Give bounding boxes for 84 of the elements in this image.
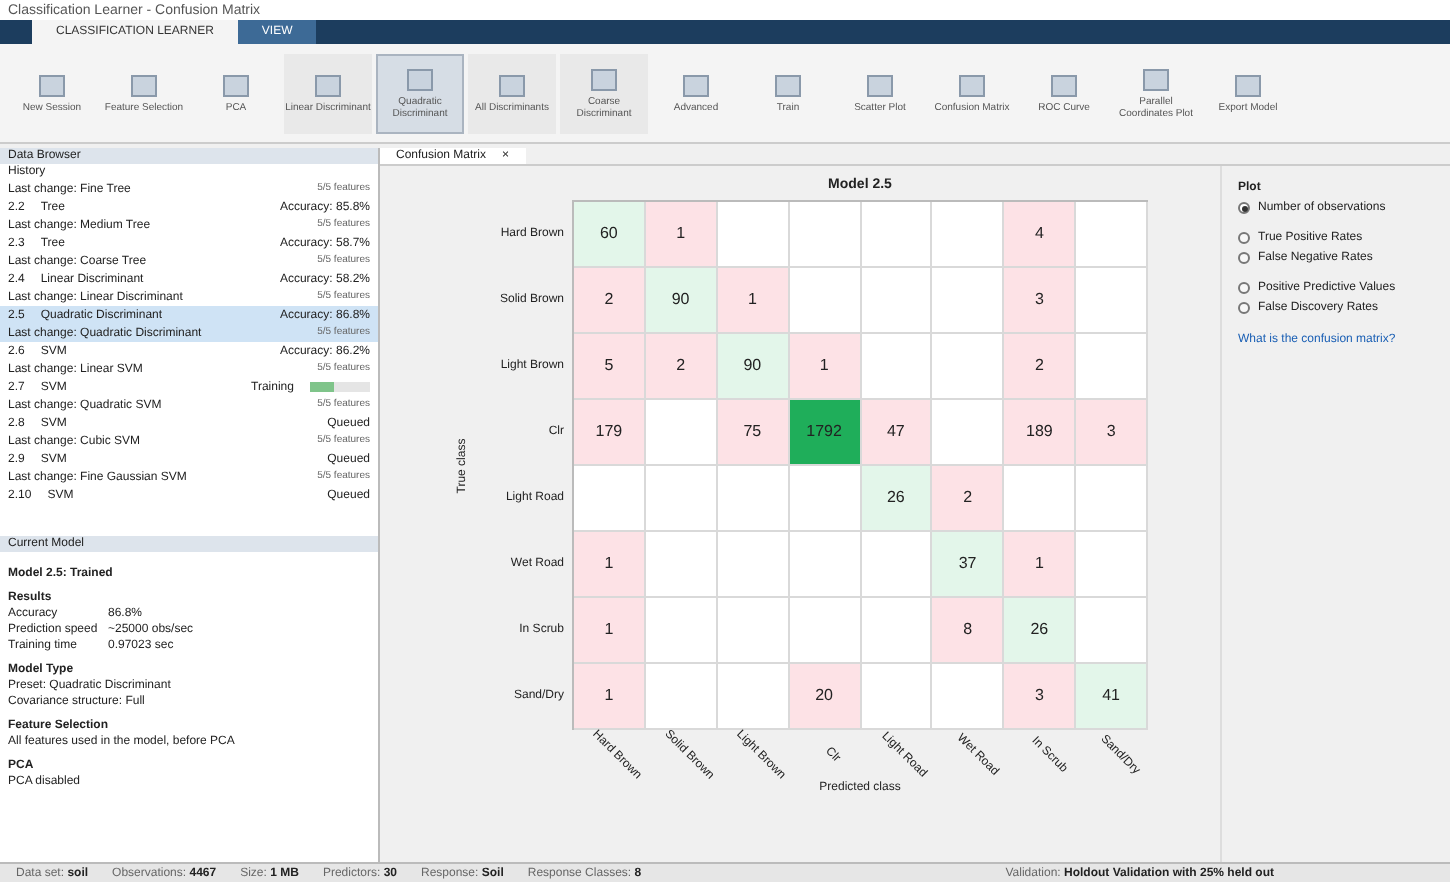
tool-icon <box>38 73 66 97</box>
matrix-cell: 3 <box>1004 268 1077 334</box>
matrix-cell <box>861 334 933 400</box>
matrix-cell: 1 <box>645 202 718 268</box>
matrix-cell <box>789 268 861 334</box>
matrix-cell: 179 <box>574 400 646 466</box>
matrix-cell <box>789 466 861 532</box>
matrix-cell <box>861 532 933 598</box>
matrix-cell <box>789 532 861 598</box>
matrix-cell: 189 <box>1004 400 1077 466</box>
matrix-cell <box>861 598 933 664</box>
matrix-cell: 1 <box>717 268 790 334</box>
matrix-cell <box>717 532 790 598</box>
matrix-cell <box>932 202 1005 268</box>
matrix-cell: 90 <box>717 334 790 400</box>
matrix-cell <box>1004 466 1077 532</box>
tool-icon <box>1234 73 1262 97</box>
matrix-cell: 2 <box>574 268 646 334</box>
radio-icon[interactable] <box>1238 232 1250 244</box>
matrix-cell <box>932 400 1005 466</box>
progress-bar <box>310 382 370 392</box>
matrix-cell: 60 <box>574 202 646 268</box>
tool-icon <box>498 73 526 97</box>
matrix-cell <box>861 268 933 334</box>
radio-icon[interactable] <box>1238 302 1250 314</box>
tool-icon <box>314 73 342 97</box>
matrix-cell <box>1076 598 1148 664</box>
matrix-cell <box>717 202 790 268</box>
tool-icon <box>682 73 710 97</box>
radio-icon[interactable] <box>1238 282 1250 294</box>
matrix-cell: 20 <box>789 664 861 730</box>
radio-icon[interactable] <box>1238 252 1250 264</box>
matrix-cell <box>645 664 718 730</box>
matrix-cell <box>932 268 1005 334</box>
matrix-cell: 4 <box>1004 202 1077 268</box>
matrix-cell: 75 <box>717 400 790 466</box>
matrix-cell: 1 <box>789 334 861 400</box>
matrix-cell <box>645 466 718 532</box>
matrix-cell: 26 <box>1004 598 1077 664</box>
matrix-cell: 5 <box>574 334 646 400</box>
matrix-cell <box>1076 466 1148 532</box>
matrix-cell: 1 <box>574 532 646 598</box>
matrix-cell <box>717 598 790 664</box>
matrix-cell: 41 <box>1076 664 1148 730</box>
matrix-cell: 3 <box>1076 400 1148 466</box>
matrix-cell: 37 <box>932 532 1005 598</box>
matrix-cell: 2 <box>645 334 718 400</box>
tool-icon <box>958 73 986 97</box>
matrix-cell: 3 <box>1004 664 1077 730</box>
matrix-cell: 1792 <box>789 400 861 466</box>
tool-icon <box>590 67 618 91</box>
matrix-cell <box>1076 334 1148 400</box>
matrix-cell: 2 <box>932 466 1005 532</box>
matrix-cell <box>717 664 790 730</box>
matrix-cell <box>932 664 1005 730</box>
matrix-cell: 2 <box>1004 334 1077 400</box>
matrix-cell <box>645 532 718 598</box>
matrix-cell <box>932 334 1005 400</box>
matrix-cell <box>717 466 790 532</box>
matrix-cell <box>645 400 718 466</box>
tool-icon <box>222 73 250 97</box>
radio-icon[interactable] <box>1238 202 1250 214</box>
tool-icon <box>406 67 434 91</box>
matrix-cell <box>645 598 718 664</box>
matrix-cell <box>789 202 861 268</box>
tool-icon <box>130 73 158 97</box>
matrix-cell: 8 <box>932 598 1005 664</box>
matrix-cell <box>1076 532 1148 598</box>
matrix-cell: 1 <box>574 664 646 730</box>
matrix-cell: 47 <box>861 400 933 466</box>
tool-icon <box>866 73 894 97</box>
matrix-cell <box>861 664 933 730</box>
matrix-cell: 1 <box>574 598 646 664</box>
matrix-cell <box>789 598 861 664</box>
tool-icon <box>1142 67 1170 91</box>
matrix-cell: 1 <box>1004 532 1077 598</box>
matrix-cell: 90 <box>645 268 718 334</box>
tool-icon <box>774 73 802 97</box>
matrix-cell <box>1076 268 1148 334</box>
tool-icon <box>1050 73 1078 97</box>
matrix-cell <box>861 202 933 268</box>
matrix-cell <box>1076 202 1148 268</box>
matrix-cell: 26 <box>861 466 933 532</box>
matrix-cell <box>574 466 646 532</box>
